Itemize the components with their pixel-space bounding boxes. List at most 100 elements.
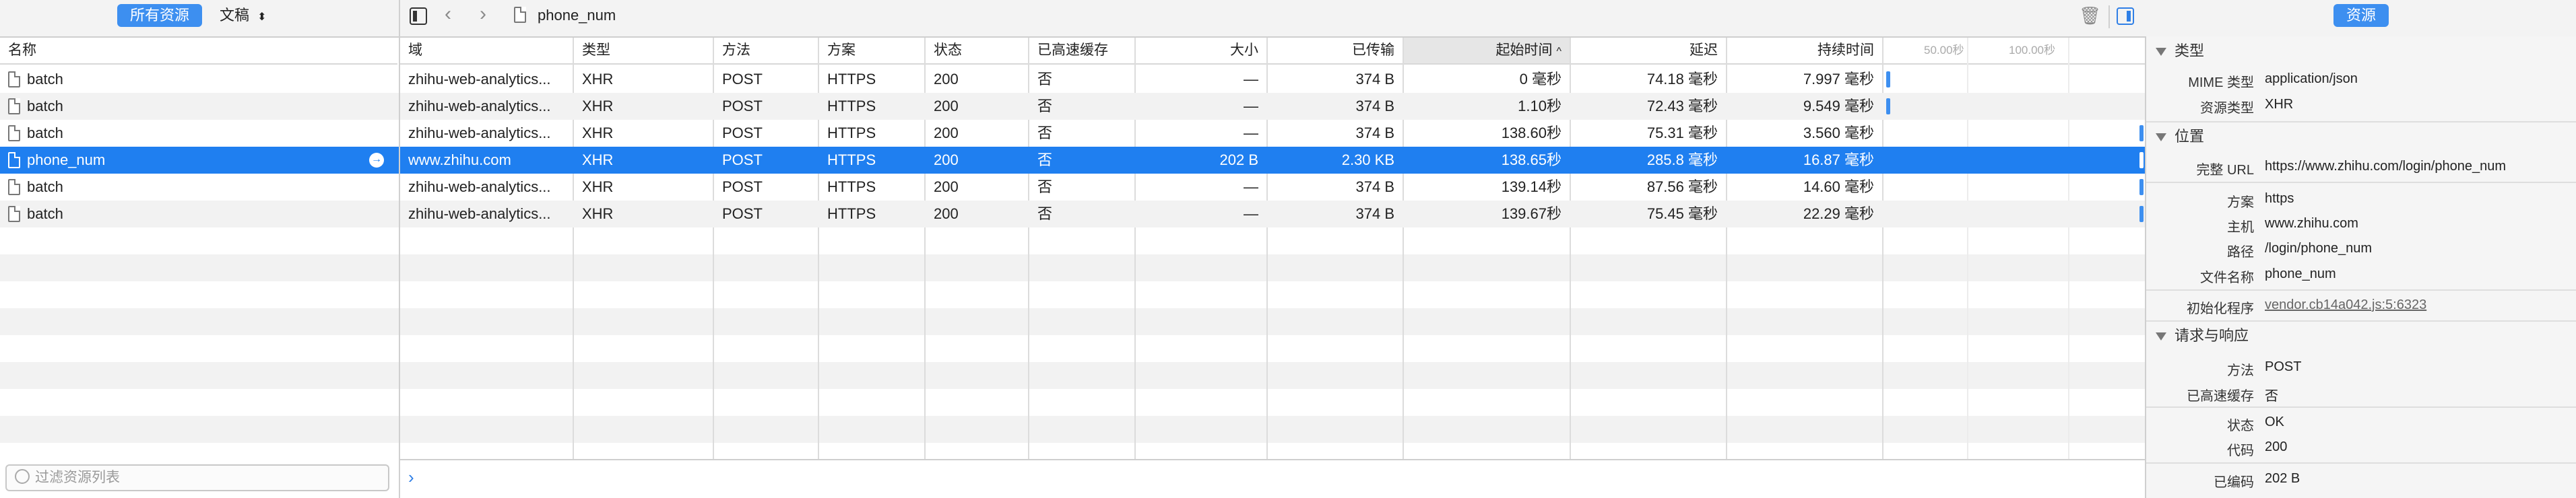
table-row[interactable]: zhihu-web-analytics... XHR POST HTTPS 200 否 — 3… xyxy=(400,201,2145,227)
cell-scheme: HTTPS xyxy=(827,124,876,141)
cell-duration: 9.549 毫秒 xyxy=(1803,98,1874,114)
table-row[interactable]: zhihu-web-analytics... XHR POST HTTPS 200 否 — 3… xyxy=(400,120,2145,147)
column-header-latency[interactable]: 延迟 xyxy=(1571,38,1726,65)
encoded-label: 已编码 xyxy=(2214,475,2254,490)
back-arrow-icon[interactable]: ‹ xyxy=(445,3,451,26)
cell-domain: zhihu-web-analytics... xyxy=(408,205,551,222)
cell-type: XHR xyxy=(582,124,614,141)
cell-scheme: HTTPS xyxy=(827,71,876,87)
table-row[interactable]: zhihu-web-analytics... XHR POST HTTPS 200 否 — 3… xyxy=(400,93,2145,120)
all-resources-button[interactable]: 所有资源 xyxy=(117,4,202,27)
column-header-start-time[interactable]: 起始时间 ^ xyxy=(1404,38,1570,65)
cell-scheme: HTTPS xyxy=(827,178,876,195)
disclosure-triangle-icon xyxy=(2156,48,2166,56)
column-header-duration[interactable]: 持续时间 xyxy=(1727,38,1882,65)
column-header-type[interactable]: 类型 xyxy=(574,38,713,65)
cell-type: XHR xyxy=(582,178,614,195)
column-label: 已传输 xyxy=(1352,42,1394,58)
section-type[interactable]: 类型 xyxy=(2146,38,2576,65)
go-to-arrow-icon[interactable]: → xyxy=(369,153,384,168)
path-label: 路径 xyxy=(2227,245,2254,260)
resource-type-label: 资源类型 xyxy=(2200,101,2254,116)
filter-placeholder: 过滤资源列表 xyxy=(35,470,120,485)
disclosure-triangle-icon xyxy=(2156,133,2166,141)
cell-type: XHR xyxy=(582,71,614,87)
resource-list-item[interactable]: batch xyxy=(0,93,399,120)
cell-size: — xyxy=(1244,178,1258,195)
status-label: 状态 xyxy=(2227,419,2254,433)
timeline-bar xyxy=(1886,71,1890,87)
cell-cached: 否 xyxy=(1037,205,1053,222)
resource-list-item[interactable]: batch xyxy=(0,201,399,227)
cell-start: 139.14秒 xyxy=(1501,178,1561,195)
file-icon xyxy=(8,98,20,114)
mime-type-label: MIME 类型 xyxy=(2188,75,2254,90)
initiator-link[interactable]: vendor.cb14a042.js:5:6323 xyxy=(2265,297,2426,313)
trash-icon[interactable]: 🗑 xyxy=(2079,4,2101,27)
column-label: 延迟 xyxy=(1689,42,1718,58)
resource-list-item[interactable]: batch xyxy=(0,120,399,147)
column-header-status[interactable]: 状态 xyxy=(926,38,1028,65)
cell-domain: zhihu-web-analytics... xyxy=(408,178,551,195)
cell-method: POST xyxy=(722,124,763,141)
column-header-cached[interactable]: 已高速缓存 xyxy=(1029,38,1134,65)
cell-method: POST xyxy=(722,178,763,195)
column-header-size[interactable]: 大小 xyxy=(1136,38,1266,65)
document-type-dropdown[interactable]: 文稿 ⬍ xyxy=(220,4,267,29)
cell-scheme: HTTPS xyxy=(827,151,876,168)
cell-status: 200 xyxy=(934,98,959,114)
cell-cached: 否 xyxy=(1037,98,1053,114)
cell-start: 138.60秒 xyxy=(1501,124,1561,141)
encoded-value: 202 B xyxy=(2265,471,2300,486)
name-column-header[interactable]: 名称 xyxy=(0,38,397,65)
toggle-right-sidebar-icon[interactable] xyxy=(2117,7,2134,25)
column-label: 方案 xyxy=(827,42,856,58)
column-header-scheme[interactable]: 方案 xyxy=(819,38,924,65)
cell-cached: 否 xyxy=(1037,124,1053,141)
resources-tab[interactable]: 资源 xyxy=(2333,4,2389,27)
cell-start: 139.67秒 xyxy=(1501,205,1561,222)
console-prompt-icon[interactable]: › xyxy=(408,467,414,487)
forward-arrow-icon[interactable]: › xyxy=(480,3,486,26)
timeline-bar xyxy=(1886,98,1890,114)
column-label: 状态 xyxy=(934,42,962,58)
cell-domain: zhihu-web-analytics... xyxy=(408,124,551,141)
filter-resources-input[interactable]: 过滤资源列表 xyxy=(5,464,389,491)
disclosure-triangle-icon xyxy=(2156,332,2166,341)
code-label: 代码 xyxy=(2227,443,2254,458)
column-header-domain[interactable]: 域 xyxy=(400,38,573,65)
section-divider xyxy=(2146,121,2576,122)
table-row[interactable]: zhihu-web-analytics... XHR POST HTTPS 200 否 — 3… xyxy=(400,174,2145,201)
resource-list-item[interactable]: batch xyxy=(0,174,399,201)
cell-scheme: HTTPS xyxy=(827,205,876,222)
timeline-tick-100: 100.00秒 xyxy=(2009,44,2055,57)
cell-transferred: 374 B xyxy=(1355,178,1395,195)
table-row[interactable]: zhihu-web-analytics... XHR POST HTTPS 200 否 — 3… xyxy=(400,66,2145,93)
breadcrumb-file[interactable]: phone_num xyxy=(538,4,616,27)
column-header-method[interactable]: 方法 xyxy=(714,38,818,65)
resource-list-item[interactable]: batch xyxy=(0,66,399,93)
cell-scheme: HTTPS xyxy=(827,98,876,114)
resource-list-item[interactable]: phone_num → xyxy=(0,147,399,174)
cell-transferred: 374 B xyxy=(1355,71,1395,87)
section-location[interactable]: 位置 xyxy=(2146,123,2576,150)
section-request-response[interactable]: 请求与响应 xyxy=(2146,322,2576,349)
path-value: /login/phone_num xyxy=(2265,241,2373,256)
resource-name: phone_num xyxy=(27,151,106,168)
table-row[interactable]: www.zhihu.com XHR POST HTTPS 200 否 202 B 2.30 K… xyxy=(400,147,2145,174)
cell-transferred: 374 B xyxy=(1355,124,1395,141)
method-value: POST xyxy=(2265,359,2302,374)
column-label: 类型 xyxy=(582,42,610,58)
column-header-transferred[interactable]: 已传输 xyxy=(1268,38,1403,65)
cell-latency: 75.45 毫秒 xyxy=(1646,205,1718,222)
cell-method: POST xyxy=(722,98,763,114)
filter-icon xyxy=(15,469,30,485)
section-divider xyxy=(2146,320,2576,322)
cell-duration: 7.997 毫秒 xyxy=(1803,71,1874,87)
toggle-left-sidebar-icon[interactable] xyxy=(410,7,427,25)
cell-size: — xyxy=(1244,124,1258,141)
method-label: 方法 xyxy=(2227,363,2254,378)
file-icon xyxy=(8,152,20,168)
cell-size: — xyxy=(1244,205,1258,222)
cell-method: POST xyxy=(722,205,763,222)
